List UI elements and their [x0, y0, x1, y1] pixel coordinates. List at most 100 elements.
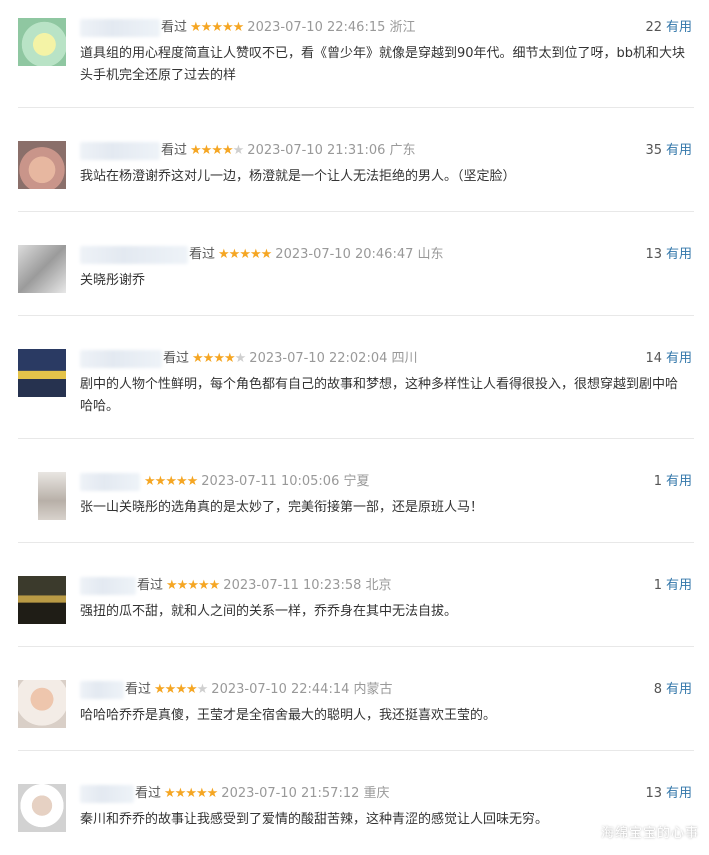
star-filled-icon: ★	[164, 786, 176, 801]
review-time: 2023-07-10 20:46:47	[275, 247, 414, 262]
rating-stars: ★★★★★	[154, 680, 209, 700]
review-location: 山东	[417, 247, 444, 262]
username[interactable]	[80, 18, 160, 37]
star-filled-icon: ★	[200, 20, 213, 35]
review-time: 2023-07-11 10:05:06	[201, 474, 340, 489]
review-item: 看过 ★★★★★ 2023-07-10 20:46:47 山东 13 有用 关晓彤谢乔	[18, 245, 694, 316]
rating-stars: ★★★★★	[164, 784, 219, 804]
review-location: 内蒙古	[353, 682, 393, 697]
review-header: 看过 ★★★★★ 2023-07-10 22:46:15 浙江	[80, 18, 694, 38]
useful-count: 22	[645, 20, 662, 35]
review-time: 2023-07-10 22:46:15	[247, 20, 386, 35]
username[interactable]	[80, 784, 134, 803]
watched-label: 看过	[125, 682, 152, 697]
rating-stars: ★★★★★	[166, 576, 220, 596]
star-filled-icon: ★	[260, 247, 273, 262]
watched-label: 看过	[135, 786, 162, 801]
star-filled-icon: ★	[185, 786, 197, 801]
star-filled-icon: ★	[164, 682, 177, 697]
useful-count: 1	[653, 578, 662, 593]
review-content: 我站在杨澄谢乔这对儿一边，杨澄就是一个让人无法拒绝的男人。（坚定脸）	[80, 169, 516, 184]
review-time: 2023-07-10 22:44:14	[211, 682, 350, 697]
star-empty-icon: ★	[234, 351, 247, 366]
review-header: 看过 ★★★★★ 2023-07-10 22:02:04 四川	[80, 349, 694, 369]
rating-stars: ★★★★★	[190, 141, 244, 161]
star-filled-icon: ★	[213, 351, 225, 366]
avatar[interactable]	[18, 141, 66, 189]
star-filled-icon: ★	[195, 786, 208, 801]
star-filled-icon: ★	[175, 474, 188, 489]
useful-label: 有用	[665, 474, 692, 489]
useful-button[interactable]: 1 有用	[654, 472, 692, 492]
username[interactable]	[80, 141, 160, 160]
avatar[interactable]	[18, 784, 66, 832]
useful-button[interactable]: 22 有用	[645, 18, 692, 38]
username[interactable]	[80, 245, 188, 264]
useful-count: 13	[645, 786, 662, 801]
star-filled-icon: ★	[221, 143, 234, 158]
star-filled-icon: ★	[154, 474, 167, 489]
watched-label: 看过	[163, 351, 190, 366]
useful-label: 有用	[665, 143, 692, 158]
review-content: 张一山关晓彤的选角真的是太妙了，完美衔接第一部，还是原班人马！	[80, 500, 484, 515]
star-filled-icon: ★	[221, 20, 234, 35]
star-filled-icon: ★	[165, 474, 177, 489]
review-content: 秦川和乔乔的故事让我感受到了爱情的酸甜苦辣，这种青涩的感觉让人回味无穷。	[80, 812, 549, 827]
watermark: 海绵宝宝的心事	[600, 826, 699, 841]
review-item: 看过 ★★★★★ 2023-07-11 10:23:58 北京 1 有用 强扭的瓜不甜…	[18, 576, 694, 647]
username[interactable]	[80, 576, 136, 595]
review-time: 2023-07-10 21:57:12	[221, 786, 360, 801]
review-item: 看过 ★★★★★ 2023-07-10 21:31:06 广东 35 有用 我站在杨澄…	[18, 141, 694, 212]
star-filled-icon: ★	[211, 20, 223, 35]
star-filled-icon: ★	[190, 143, 202, 158]
star-filled-icon: ★	[144, 474, 156, 489]
avatar[interactable]	[38, 472, 66, 520]
review-content: 强扭的瓜不甜，就和人之间的关系一样，乔乔身在其中无法自拔。	[80, 604, 458, 619]
review-item: 看过 ★★★★★ 2023-07-10 22:02:04 四川 14 有用 剧中的人物…	[18, 349, 694, 439]
star-empty-icon: ★	[196, 682, 209, 697]
useful-button[interactable]: 13 有用	[645, 245, 692, 265]
avatar[interactable]	[18, 245, 66, 293]
review-header: 看过 ★★★★★ 2023-07-10 21:31:06 广东	[80, 141, 694, 161]
useful-label: 有用	[665, 247, 692, 262]
useful-count: 14	[645, 351, 662, 366]
review-item: 看过 ★★★★★ 2023-07-10 21:57:12 重庆 13 有用 秦川和乔乔…	[18, 784, 694, 854]
star-filled-icon: ★	[154, 682, 166, 697]
review-header: 看过 ★★★★★ 2023-07-10 22:44:14 内蒙古	[80, 680, 694, 700]
username[interactable]	[80, 349, 162, 368]
useful-button[interactable]: 13 有用	[645, 784, 692, 804]
star-filled-icon: ★	[200, 143, 213, 158]
useful-label: 有用	[665, 682, 692, 697]
useful-button[interactable]: 35 有用	[645, 141, 692, 161]
review-time: 2023-07-10 21:31:06	[247, 143, 386, 158]
watched-label: 看过	[189, 247, 216, 262]
review-location: 四川	[391, 351, 418, 366]
star-filled-icon: ★	[187, 578, 199, 593]
star-filled-icon: ★	[176, 578, 189, 593]
star-filled-icon: ★	[197, 578, 210, 593]
star-filled-icon: ★	[228, 247, 241, 262]
star-filled-icon: ★	[211, 143, 223, 158]
avatar[interactable]	[18, 680, 66, 728]
star-filled-icon: ★	[174, 786, 187, 801]
star-filled-icon: ★	[166, 578, 178, 593]
avatar[interactable]	[18, 349, 66, 397]
review-item: 看过 ★★★★★ 2023-07-10 22:44:14 内蒙古 8 有用 哈哈哈乔乔…	[18, 680, 694, 751]
star-filled-icon: ★	[239, 247, 251, 262]
star-filled-icon: ★	[223, 351, 236, 366]
review-header: ★★★★★ 2023-07-11 10:05:06 宁夏	[80, 472, 694, 492]
username[interactable]	[80, 472, 140, 491]
useful-count: 13	[645, 247, 662, 262]
useful-button[interactable]: 8 有用	[654, 680, 692, 700]
username[interactable]	[80, 680, 124, 699]
star-filled-icon: ★	[249, 247, 262, 262]
star-filled-icon: ★	[206, 786, 219, 801]
avatar[interactable]	[18, 18, 66, 66]
useful-button[interactable]: 14 有用	[645, 349, 692, 369]
avatar[interactable]	[18, 576, 66, 624]
review-location: 重庆	[363, 786, 390, 801]
star-filled-icon: ★	[175, 682, 187, 697]
review-location: 宁夏	[343, 474, 370, 489]
useful-label: 有用	[665, 20, 692, 35]
useful-button[interactable]: 1 有用	[654, 576, 692, 596]
